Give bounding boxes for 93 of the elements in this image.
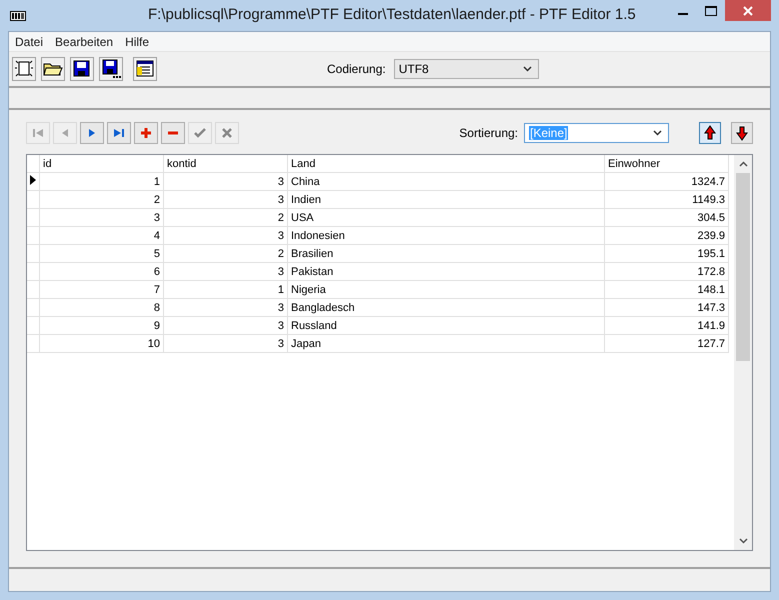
table-cell: 148.1 [604,280,728,298]
table-cell: 172.8 [604,262,728,280]
maximize-icon [705,6,717,16]
new-file-icon [14,59,34,79]
column-header[interactable]: kontid [164,155,288,172]
row-indicator-cell[interactable] [27,316,40,334]
form-window-icon [135,59,155,79]
table-cell: 2 [40,190,164,208]
close-icon [743,6,753,16]
table-cell: 1149.3 [604,190,728,208]
table-cell: 147.3 [604,298,728,316]
table-cell: 3 [164,172,288,190]
caret-icon [522,66,532,72]
floppy-disk-icon [101,59,121,79]
current-row-icon [30,175,36,185]
encoding-dropdown[interactable]: UTF8 [394,59,539,79]
row-indicator-cell[interactable] [27,244,40,262]
table-cell: 304.5 [604,208,728,226]
close-button[interactable] [725,0,771,21]
table-cell: 127.7 [604,334,728,352]
row-indicator-cell[interactable] [27,298,40,316]
table-cell: 2 [164,208,288,226]
row-indicator-cell[interactable] [27,226,40,244]
window-title: F:\publicsql\Programme\PTF Editor\Testdaten\laender.ptf - PTF Editor 1.5 [148,6,636,23]
table-cell: 3 [164,226,288,244]
sort-label: Sortierung: [459,126,518,140]
encoding-label: Codierung: [327,62,386,76]
table-cell: Indonesien [288,226,604,244]
table-cell: 5 [40,244,164,262]
add-record-button[interactable] [134,122,158,144]
form-window-button[interactable] [133,57,157,81]
table-cell: 6 [40,262,164,280]
table-cell: 3 [164,298,288,316]
column-header[interactable]: id [40,155,164,172]
table-cell: 9 [40,316,164,334]
delete-record-button[interactable] [161,122,185,144]
table-cell: 1 [40,172,164,190]
row-indicator-cell[interactable] [27,280,40,298]
table-cell: China [288,172,604,190]
table-cell: Bangladesch [288,298,604,316]
last-record-button[interactable] [107,122,131,144]
sort-descending-button[interactable] [731,122,753,144]
menu-item[interactable]: Bearbeiten [49,34,120,48]
down-arrow-icon [735,125,749,141]
table-cell: 3 [40,208,164,226]
row-indicator-cell[interactable] [27,172,40,190]
folder-button[interactable] [41,57,65,81]
table-cell: 4 [40,226,164,244]
minimize-icon [678,13,688,15]
column-header[interactable]: Land [288,155,604,172]
row-indicator-cell[interactable] [27,208,40,226]
table-cell: 3 [164,262,288,280]
table-cell: 239.9 [604,226,728,244]
next-record-button[interactable] [80,122,104,144]
menu-item[interactable]: Hilfe [119,34,156,48]
table-cell: Japan [288,334,604,352]
table-cell: 3 [164,190,288,208]
table-cell: 141.9 [604,316,728,334]
cross-icon [220,126,234,140]
vertical-scrollbar[interactable] [734,155,752,550]
table-cell: 1 [164,280,288,298]
column-header[interactable]: Einwohner [604,155,728,172]
plus-icon [139,126,153,140]
row-indicator-cell[interactable] [27,334,40,352]
table-cell: 195.1 [604,244,728,262]
table-cell: 7 [40,280,164,298]
skip-forward-icon [112,126,126,140]
table-cell: 3 [164,316,288,334]
table-cell: USA [288,208,604,226]
up-arrow-icon [703,125,717,141]
table-cell: Indien [288,190,604,208]
table-cell: 8 [40,298,164,316]
row-indicator-cell[interactable] [27,190,40,208]
table-cell: 10 [40,334,164,352]
table-cell: Brasilien [288,244,604,262]
table-cell: 3 [164,334,288,352]
scroll-down-icon[interactable] [738,538,748,544]
floppy-disk-button[interactable] [99,57,123,81]
skip-back-icon [31,126,45,140]
table-cell: Russland [288,316,604,334]
scroll-up-icon[interactable] [738,161,748,167]
table-cell: Nigeria [288,280,604,298]
checkmark-icon [193,126,207,140]
table-cell: 1324.7 [604,172,728,190]
table-cell: 2 [164,244,288,262]
caret-icon [653,130,662,136]
row-indicator-cell[interactable] [27,262,40,280]
app-icon [10,10,26,20]
menu-item[interactable]: Datei [9,34,50,48]
floppy-disk-button[interactable] [70,57,94,81]
new-file-button[interactable] [12,57,36,81]
sort-ascending-button[interactable] [699,122,721,144]
table-cell: Pakistan [288,262,604,280]
